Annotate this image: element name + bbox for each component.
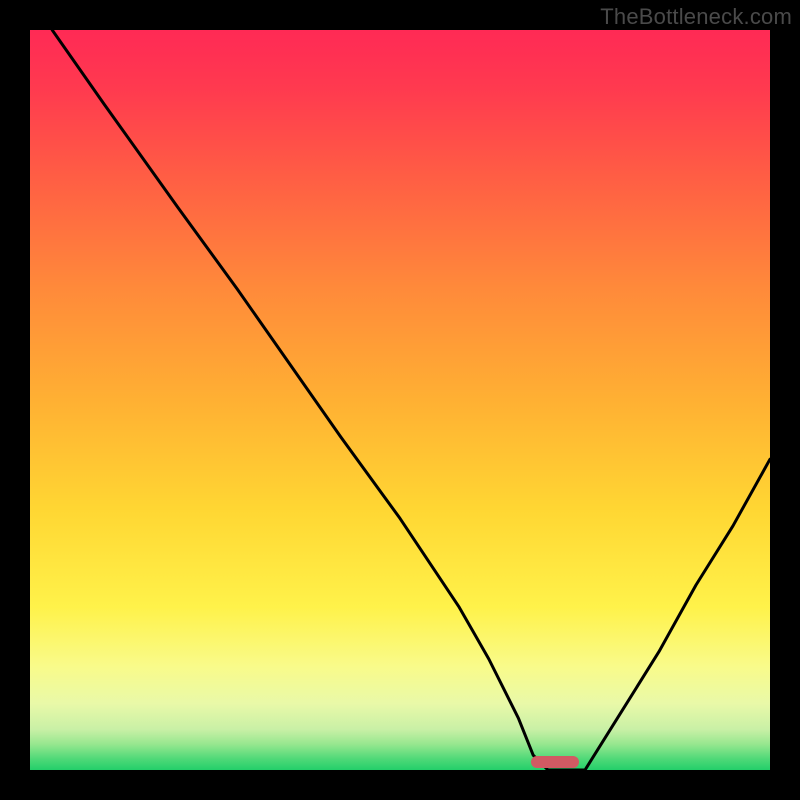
- plot-area: [30, 30, 770, 770]
- bottleneck-range-marker: [531, 756, 579, 768]
- severity-gradient-background: [30, 30, 770, 770]
- chart-frame: TheBottleneck.com: [0, 0, 800, 800]
- watermark-text: TheBottleneck.com: [600, 4, 792, 30]
